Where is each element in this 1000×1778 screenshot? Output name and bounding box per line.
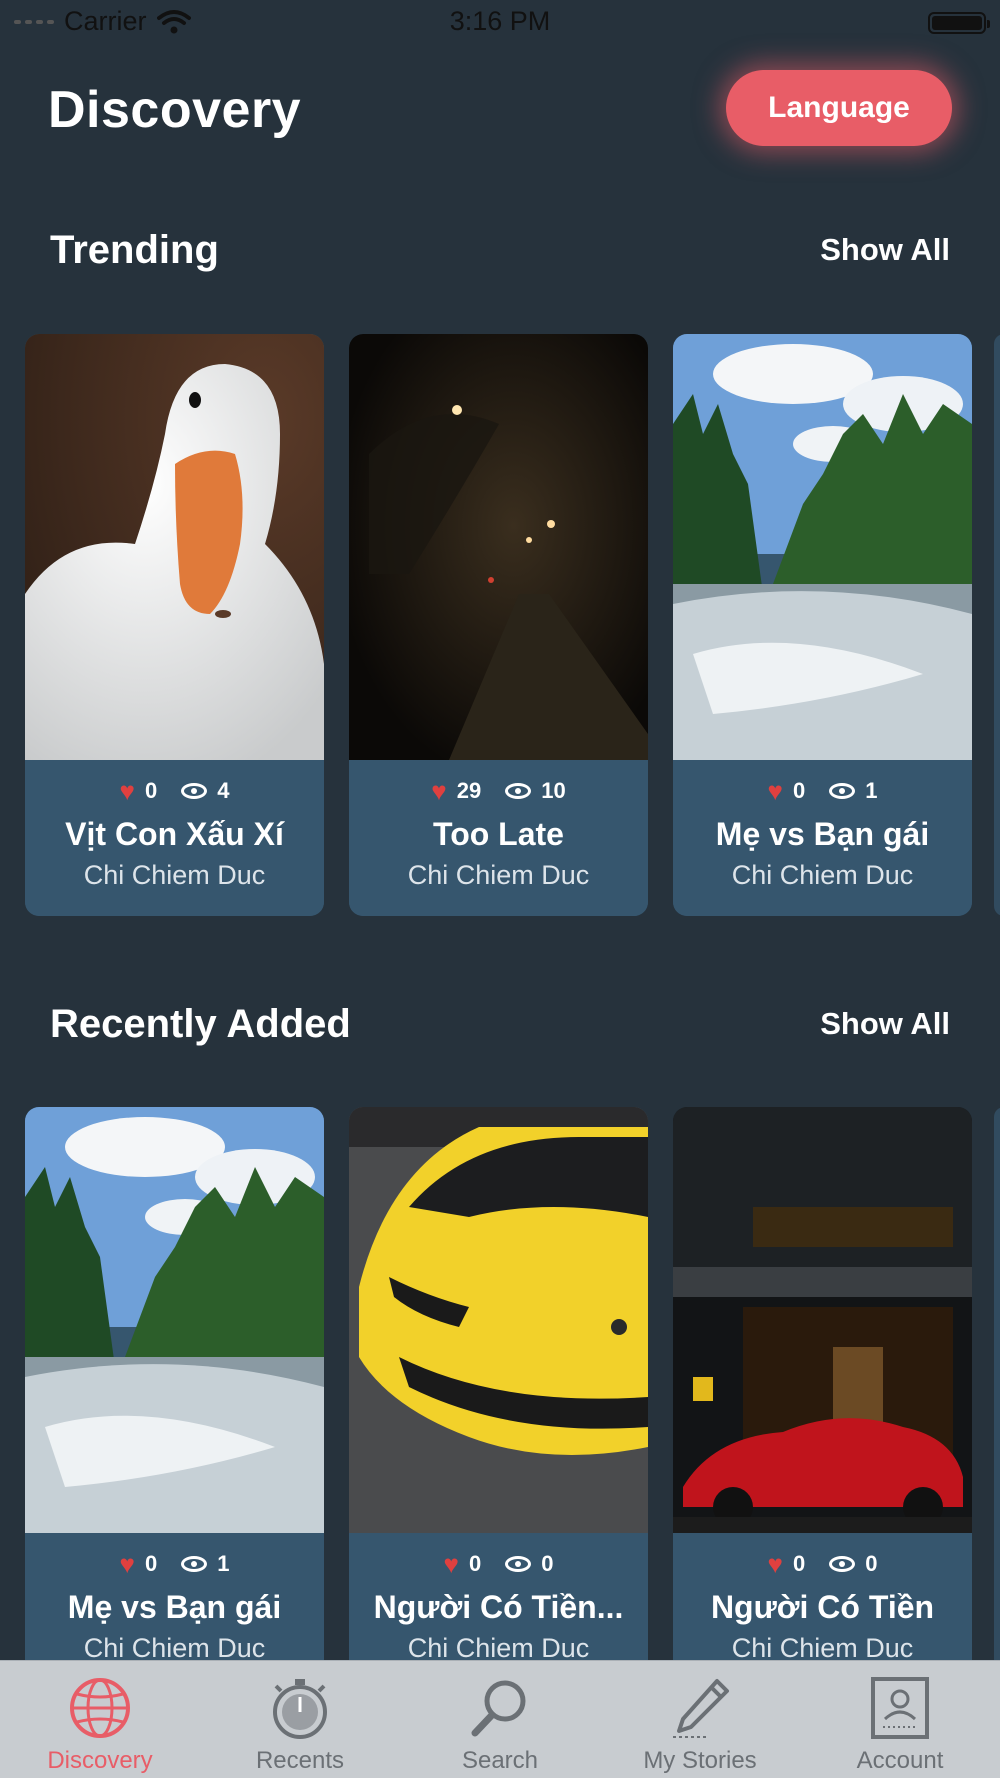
page-title: Discovery <box>48 81 302 139</box>
recent-header: Recently Added Show All <box>0 1002 1000 1062</box>
stopwatch-icon <box>273 1679 327 1739</box>
recent-show-all-link[interactable]: Show All <box>820 1006 950 1042</box>
tab-search[interactable]: Search <box>400 1661 600 1778</box>
tab-label: Recents <box>255 1747 345 1774</box>
likes-count: 0 <box>792 1551 806 1576</box>
heart-icon: ♥ <box>443 1549 459 1579</box>
eye-icon <box>829 783 856 799</box>
story-stats: ♥ 0 1 <box>25 1551 324 1577</box>
tab-bar: Discovery Recents Search My Stories Acco… <box>0 1660 1000 1778</box>
eye-icon <box>181 1556 208 1572</box>
section-title-recent: Recently Added <box>50 1002 351 1046</box>
views-count: 0 <box>865 1551 878 1576</box>
story-card[interactable]: ♥ 0 0 Người Có Tiền Chi Chiem Duc <box>673 1107 972 1689</box>
likes-count: 29 <box>456 778 482 803</box>
trending-show-all-link[interactable]: Show All <box>820 232 950 268</box>
story-card[interactable]: ♥ 29 10 Too Late Chi Chiem Duc <box>349 334 648 916</box>
story-card[interactable]: ♥ 0 1 Mẹ vs Bạn gái Chi Chiem Duc <box>25 1107 324 1689</box>
story-stats: ♥ 0 1 <box>673 778 972 804</box>
views-count: 1 <box>865 778 878 803</box>
heart-icon: ♥ <box>767 776 783 806</box>
story-cover-image <box>673 1107 972 1533</box>
story-info: ♥ 29 10 Too Late Chi Chiem Duc <box>349 760 648 916</box>
story-card[interactable]: ♥ 0 1 Mẹ vs Bạn gái Chi Chiem Duc <box>673 334 972 916</box>
next-card-peek[interactable] <box>994 1107 1000 1689</box>
story-stats: ♥ 29 10 <box>349 778 648 804</box>
story-title: Người Có Tiền <box>710 1589 935 1625</box>
next-card-peek[interactable] <box>994 334 1000 916</box>
trending-carousel[interactable]: ♥ 0 4 Vịt Con Xấu Xí Chi Chiem Duc ♥ 29 … <box>0 334 1000 924</box>
language-button[interactable]: Language <box>726 70 952 146</box>
tab-discovery[interactable]: Discovery <box>0 1661 200 1778</box>
tab-my-stories[interactable]: My Stories <box>600 1661 800 1778</box>
story-info: ♥ 0 4 Vịt Con Xấu Xí Chi Chiem Duc <box>25 760 324 916</box>
likes-count: 0 <box>792 778 806 803</box>
tab-label: Account <box>856 1747 944 1774</box>
story-author: Chi Chiem Duc <box>83 860 266 890</box>
tab-label: Search <box>461 1747 539 1774</box>
likes-count: 0 <box>144 778 158 803</box>
story-cover-image <box>25 334 324 760</box>
status-bar: Carrier 3:16 PM <box>0 0 1000 46</box>
heart-icon: ♥ <box>119 1549 135 1579</box>
story-title: Người Có Tiền... <box>373 1589 624 1625</box>
battery-icon <box>928 12 990 34</box>
story-title: Mẹ vs Bạn gái <box>67 1589 282 1625</box>
story-stats: ♥ 0 0 <box>673 1551 972 1577</box>
tab-account[interactable]: Account <box>800 1661 1000 1778</box>
heart-icon: ♥ <box>767 1549 783 1579</box>
eye-icon <box>505 1556 532 1572</box>
story-title: Mẹ vs Bạn gái <box>715 816 930 852</box>
story-title: Too Late <box>433 816 564 852</box>
eye-icon <box>505 783 532 799</box>
likes-count: 0 <box>468 1551 482 1576</box>
story-card[interactable]: ♥ 0 4 Vịt Con Xấu Xí Chi Chiem Duc <box>25 334 324 916</box>
views-count: 1 <box>217 1551 230 1576</box>
id-card-icon <box>871 1677 929 1739</box>
views-count: 0 <box>541 1551 554 1576</box>
story-stats: ♥ 0 4 <box>25 778 324 804</box>
story-info: ♥ 0 1 Mẹ vs Bạn gái Chi Chiem Duc <box>673 760 972 916</box>
tab-label: My Stories <box>643 1747 757 1774</box>
story-title: Vịt Con Xấu Xí <box>65 816 284 852</box>
likes-count: 0 <box>144 1551 158 1576</box>
story-card[interactable]: ♥ 0 0 Người Có Tiền... Chi Chiem Duc <box>349 1107 648 1689</box>
story-stats: ♥ 0 0 <box>349 1551 648 1577</box>
story-author: Chi Chiem Duc <box>407 860 590 890</box>
magnifier-icon <box>471 1680 526 1737</box>
views-count: 10 <box>541 778 566 803</box>
story-cover-image <box>673 334 972 760</box>
story-cover-image <box>349 1107 648 1533</box>
story-author: Chi Chiem Duc <box>731 860 914 890</box>
story-cover-image <box>349 334 648 760</box>
trending-header: Trending Show All <box>0 228 1000 288</box>
status-time: 3:16 PM <box>449 6 551 36</box>
tab-recents[interactable]: Recents <box>200 1661 400 1778</box>
eye-icon <box>181 783 208 799</box>
globe-icon <box>70 1678 130 1738</box>
heart-icon: ♥ <box>119 776 135 806</box>
tab-label: Discovery <box>47 1747 153 1774</box>
eye-icon <box>829 1556 856 1572</box>
views-count: 4 <box>217 778 230 803</box>
pencil-icon <box>673 1679 729 1738</box>
story-cover-image <box>25 1107 324 1533</box>
recent-carousel[interactable]: ♥ 0 1 Mẹ vs Bạn gái Chi Chiem Duc ♥ 0 0 … <box>0 1107 1000 1697</box>
section-title-trending: Trending <box>50 228 219 272</box>
heart-icon: ♥ <box>431 776 447 806</box>
